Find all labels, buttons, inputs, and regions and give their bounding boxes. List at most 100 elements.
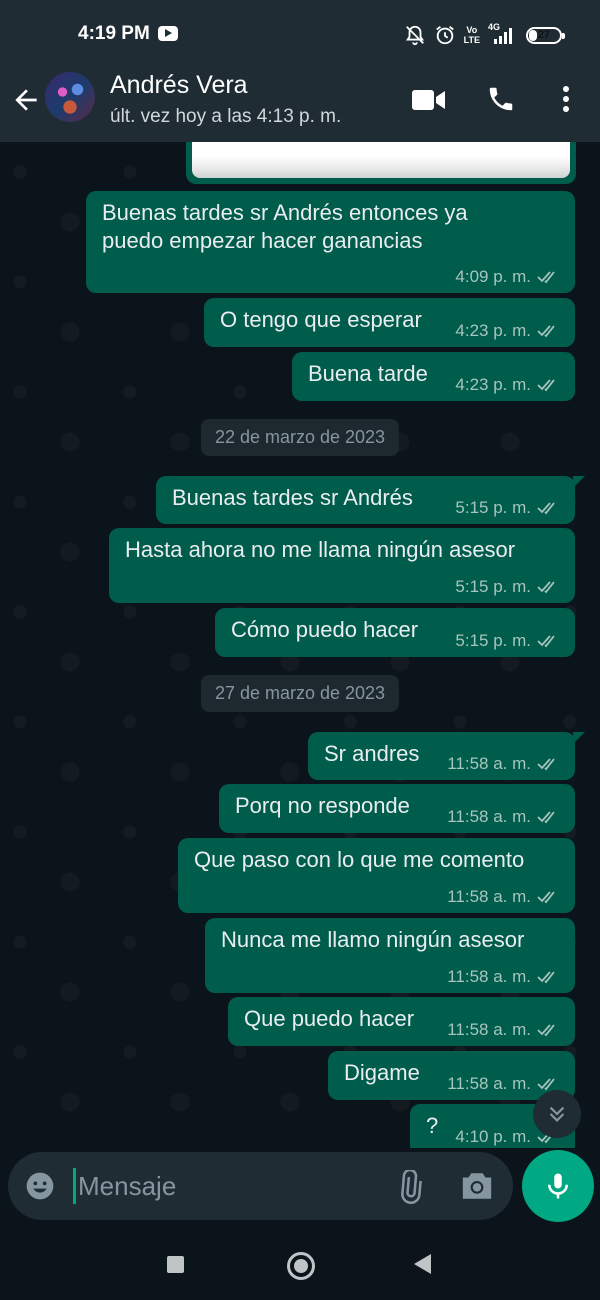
double-check-icon bbox=[537, 758, 555, 771]
double-check-icon bbox=[537, 271, 555, 284]
message-text: Buenas tardes sr Andrés bbox=[172, 485, 413, 510]
message-text: Nunca me llamo ningún asesor bbox=[221, 927, 525, 952]
status-icons: Vo LTE 4G 27 bbox=[404, 22, 565, 48]
double-check-icon bbox=[537, 581, 555, 594]
battery-percent: 27 bbox=[537, 29, 551, 41]
message-image-bubble[interactable]: 11:55 a. m. bbox=[186, 142, 576, 184]
message-bubble[interactable]: Cómo puedo hacer 5:15 p. m. bbox=[215, 608, 575, 657]
phone-call-icon[interactable] bbox=[486, 84, 516, 114]
date-separator: 22 de marzo de 2023 bbox=[200, 419, 400, 456]
double-check-icon bbox=[537, 891, 555, 904]
attach-paperclip-icon[interactable] bbox=[392, 1170, 426, 1204]
message-bubble[interactable]: Que puedo hacer 11:58 a. m. bbox=[228, 997, 575, 1046]
message-meta: 5:15 p. m. bbox=[455, 498, 561, 518]
message-time: 11:58 a. m. bbox=[447, 754, 531, 773]
message-time: 4:09 p. m. bbox=[455, 267, 531, 286]
message-bubble[interactable]: Que paso con lo que me comento 11:58 a. … bbox=[178, 838, 575, 913]
message-bubble[interactable]: Hasta ahora no me llama ningún asesor 5:… bbox=[109, 528, 575, 603]
alarm-icon bbox=[435, 26, 454, 45]
double-check-icon bbox=[534, 144, 552, 157]
message-bubble[interactable]: Buena tarde 4:23 p. m. bbox=[292, 352, 575, 401]
battery-icon: 27 bbox=[526, 26, 565, 44]
message-time: 11:58 a. m. bbox=[447, 1074, 531, 1093]
contact-name[interactable]: Andrés Vera bbox=[110, 71, 248, 100]
message-meta: 11:58 a. m. bbox=[447, 1074, 561, 1094]
microphone-icon bbox=[548, 1173, 568, 1199]
message-meta: 5:15 p. m. bbox=[455, 631, 561, 651]
message-time: 11:58 a. m. bbox=[447, 887, 531, 906]
double-check-icon bbox=[537, 635, 555, 648]
signal-icon: 4G bbox=[488, 22, 518, 46]
camera-icon[interactable] bbox=[460, 1170, 494, 1202]
video-call-icon[interactable] bbox=[412, 88, 446, 112]
message-time: 11:55 a. m. bbox=[444, 142, 528, 159]
muted-bell-icon bbox=[405, 25, 424, 46]
message-text: Digame bbox=[344, 1060, 420, 1085]
more-options-icon[interactable] bbox=[556, 84, 576, 114]
emoji-icon[interactable] bbox=[24, 1170, 56, 1202]
double-chevron-down-icon bbox=[549, 1106, 565, 1122]
message-bubble[interactable]: Buenas tardes sr Andrés 5:15 p. m. bbox=[156, 476, 585, 524]
message-time: 11:58 a. m. bbox=[447, 967, 531, 986]
message-bubble[interactable]: O tengo que esperar 4:23 p. m. bbox=[204, 298, 575, 347]
volte-top-label: Vo bbox=[466, 25, 478, 35]
back-arrow-icon[interactable] bbox=[10, 84, 42, 116]
message-text: ? bbox=[426, 1113, 439, 1138]
message-text-line: puedo empezar hacer ganancias bbox=[102, 228, 423, 253]
message-text: Cómo puedo hacer bbox=[231, 617, 419, 642]
message-bubble[interactable]: Buenas tardes sr Andrés entonces ya pued… bbox=[86, 191, 575, 293]
volte-icon: Vo LTE bbox=[464, 25, 480, 45]
status-time: 4:19 PM bbox=[78, 23, 150, 44]
double-check-icon bbox=[537, 971, 555, 984]
message-text: Hasta ahora no me llama ningún asesor bbox=[125, 537, 516, 562]
scroll-to-bottom-button[interactable] bbox=[533, 1090, 581, 1138]
message-text: Porq no responde bbox=[235, 793, 410, 818]
recents-button[interactable] bbox=[167, 1256, 184, 1273]
message-meta: 4:09 p. m. bbox=[455, 267, 561, 287]
date-separator: 27 de marzo de 2023 bbox=[200, 675, 400, 712]
message-bubble[interactable]: Nunca me llamo ningún asesor 11:58 a. m. bbox=[205, 918, 575, 993]
message-meta: 4:23 p. m. bbox=[455, 321, 561, 341]
system-navigation-bar bbox=[0, 1228, 600, 1300]
message-meta: 11:58 a. m. bbox=[447, 754, 561, 774]
message-meta: 11:58 a. m. bbox=[447, 1020, 561, 1040]
volte-bottom-label: LTE bbox=[463, 35, 480, 45]
chat-header: Andrés Vera últ. vez hoy a las 4:13 p. m… bbox=[0, 68, 600, 142]
message-time: 5:15 p. m. bbox=[455, 498, 531, 517]
message-meta: 11:55 a. m. bbox=[444, 142, 558, 160]
message-meta: 11:58 a. m. bbox=[447, 807, 561, 827]
double-check-icon bbox=[537, 502, 555, 515]
message-time: 5:15 p. m. bbox=[455, 577, 531, 596]
last-seen-status: últ. vez hoy a las 4:13 p. m. bbox=[110, 106, 342, 127]
message-time: 4:23 p. m. bbox=[455, 321, 531, 340]
message-text: O tengo que esperar bbox=[220, 307, 422, 332]
message-composer bbox=[8, 1152, 513, 1220]
youtube-notification-icon bbox=[158, 26, 178, 41]
double-check-icon bbox=[537, 1078, 555, 1091]
message-bubble[interactable]: Digame 11:58 a. m. bbox=[328, 1051, 575, 1100]
message-text: Buena tarde bbox=[308, 361, 428, 386]
message-text: Que puedo hacer bbox=[244, 1006, 415, 1031]
message-input[interactable] bbox=[78, 1166, 378, 1206]
battery-level-fill bbox=[529, 29, 537, 41]
message-bubble[interactable]: Sr andres 11:58 a. m. bbox=[308, 732, 585, 780]
message-meta: 5:15 p. m. bbox=[455, 577, 561, 597]
chat-area[interactable]: 11:55 a. m. Buenas tardes sr Andrés ento… bbox=[0, 142, 600, 1148]
double-check-icon bbox=[537, 1024, 555, 1037]
message-meta: 4:23 p. m. bbox=[455, 375, 561, 395]
message-time: 4:10 p. m. bbox=[455, 1127, 531, 1146]
status-bar: 4:19 PM Vo LTE 4G 27 bbox=[0, 0, 600, 68]
message-text: Buenas tardes sr Andrés entonces ya pued… bbox=[102, 199, 468, 255]
system-back-button[interactable] bbox=[414, 1254, 431, 1274]
avatar[interactable] bbox=[45, 72, 95, 122]
double-check-icon bbox=[537, 325, 555, 338]
text-cursor bbox=[73, 1168, 76, 1204]
voice-record-button[interactable] bbox=[522, 1150, 594, 1222]
message-time: 4:23 p. m. bbox=[455, 375, 531, 394]
message-text-line: Buenas tardes sr Andrés entonces ya bbox=[102, 200, 468, 225]
double-check-icon bbox=[537, 379, 555, 392]
home-button[interactable] bbox=[287, 1252, 315, 1280]
message-meta: 11:58 a. m. bbox=[447, 887, 561, 907]
message-bubble[interactable]: Porq no responde 11:58 a. m. bbox=[219, 784, 575, 833]
message-text: Que paso con lo que me comento bbox=[194, 847, 525, 872]
